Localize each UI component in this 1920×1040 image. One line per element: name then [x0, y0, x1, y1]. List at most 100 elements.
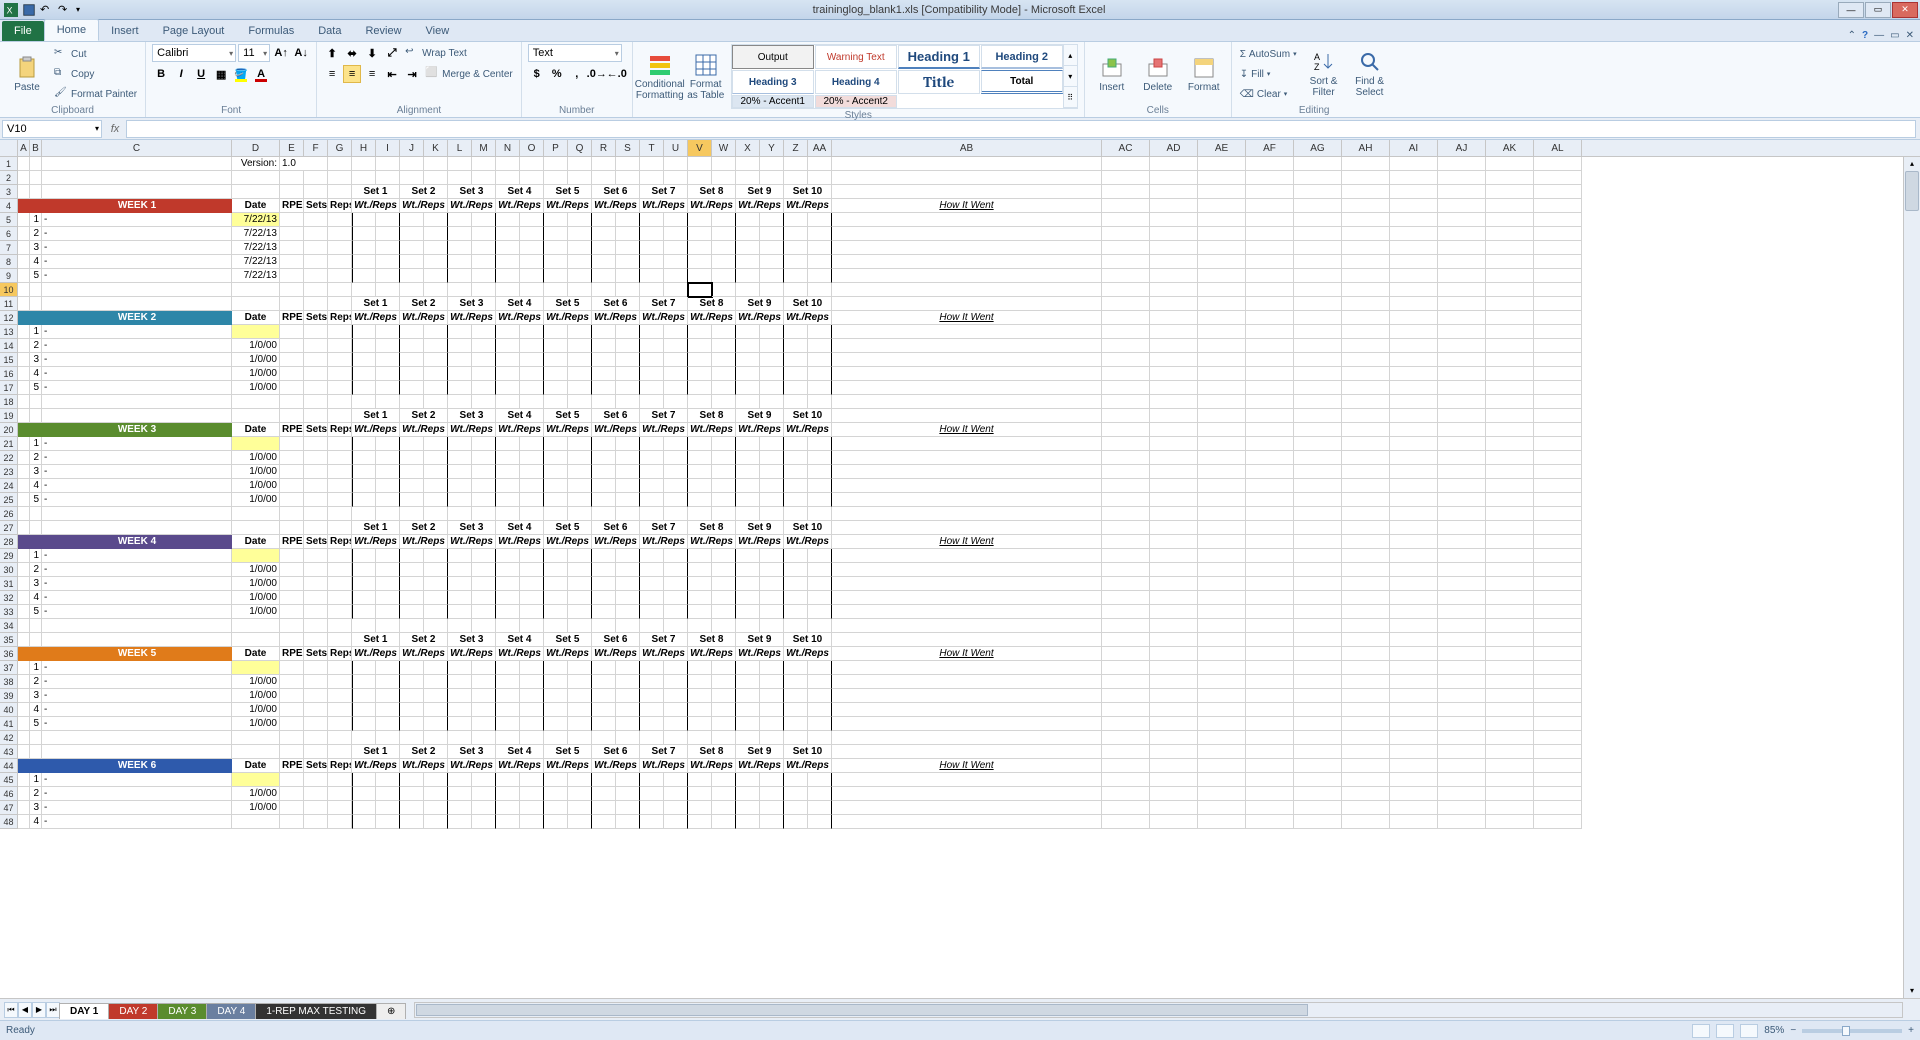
- new-sheet-button[interactable]: ⊕: [376, 1003, 406, 1019]
- cell[interactable]: -: [42, 717, 232, 731]
- cell[interactable]: [472, 437, 496, 451]
- cell[interactable]: Wt./Reps: [592, 647, 640, 661]
- cell[interactable]: [1246, 717, 1294, 731]
- cell[interactable]: [1438, 199, 1486, 213]
- cell[interactable]: [568, 241, 592, 255]
- cell[interactable]: [1534, 815, 1582, 829]
- cell[interactable]: [1102, 633, 1150, 647]
- cell[interactable]: [736, 689, 760, 703]
- cell[interactable]: [688, 703, 712, 717]
- cell[interactable]: [352, 269, 376, 283]
- row-header[interactable]: 18: [0, 395, 18, 409]
- cell[interactable]: [1390, 801, 1438, 815]
- cell[interactable]: [1150, 633, 1198, 647]
- cell[interactable]: [784, 731, 808, 745]
- cell[interactable]: [664, 367, 688, 381]
- cell[interactable]: Set 2: [400, 297, 448, 311]
- cell[interactable]: [568, 157, 592, 171]
- cell[interactable]: [544, 773, 568, 787]
- cell[interactable]: [1486, 521, 1534, 535]
- row-header[interactable]: 32: [0, 591, 18, 605]
- cell[interactable]: [304, 787, 328, 801]
- cell[interactable]: Set 8: [688, 185, 736, 199]
- sheet-tab[interactable]: DAY 1: [59, 1003, 109, 1019]
- cell[interactable]: [664, 171, 688, 185]
- cell[interactable]: [736, 339, 760, 353]
- cell[interactable]: -: [42, 381, 232, 395]
- cell[interactable]: [808, 703, 832, 717]
- cell[interactable]: [1150, 185, 1198, 199]
- cell[interactable]: [18, 269, 30, 283]
- align-center-button[interactable]: ≡: [343, 65, 361, 83]
- cell[interactable]: [18, 787, 30, 801]
- cell[interactable]: [760, 213, 784, 227]
- cell[interactable]: [1246, 493, 1294, 507]
- cell[interactable]: [424, 171, 448, 185]
- cell[interactable]: [1390, 353, 1438, 367]
- cell[interactable]: [1246, 283, 1294, 297]
- cell[interactable]: [784, 675, 808, 689]
- cell[interactable]: [280, 577, 304, 591]
- cell[interactable]: [232, 171, 280, 185]
- cell[interactable]: [520, 465, 544, 479]
- cell[interactable]: [352, 661, 376, 675]
- cell[interactable]: [280, 381, 304, 395]
- cell[interactable]: [1198, 633, 1246, 647]
- cell[interactable]: [808, 731, 832, 745]
- cell[interactable]: [1342, 801, 1390, 815]
- col-header-AA[interactable]: AA: [808, 140, 832, 156]
- cell[interactable]: [592, 507, 616, 521]
- cell[interactable]: [520, 815, 544, 829]
- cell[interactable]: [496, 157, 520, 171]
- cell[interactable]: [304, 815, 328, 829]
- cell[interactable]: [472, 465, 496, 479]
- cell[interactable]: [568, 605, 592, 619]
- cell[interactable]: [1534, 647, 1582, 661]
- cell[interactable]: [304, 353, 328, 367]
- cell[interactable]: [1486, 437, 1534, 451]
- cell[interactable]: [18, 647, 30, 661]
- style-heading4[interactable]: Heading 4: [815, 70, 897, 94]
- align-left-button[interactable]: ≡: [323, 65, 341, 83]
- cell[interactable]: [1198, 409, 1246, 423]
- cell[interactable]: [640, 787, 664, 801]
- cell[interactable]: [1246, 297, 1294, 311]
- cell[interactable]: [376, 507, 400, 521]
- cell[interactable]: How It Went: [832, 647, 1102, 661]
- cell[interactable]: [1438, 703, 1486, 717]
- cell[interactable]: [1534, 675, 1582, 689]
- cell[interactable]: [640, 283, 664, 297]
- cell[interactable]: [664, 801, 688, 815]
- cell[interactable]: [424, 549, 448, 563]
- cell[interactable]: [760, 689, 784, 703]
- cell[interactable]: [1342, 185, 1390, 199]
- cell[interactable]: [784, 171, 808, 185]
- cell[interactable]: Set 3: [448, 409, 496, 423]
- cell[interactable]: [1102, 479, 1150, 493]
- cell[interactable]: Set 9: [736, 633, 784, 647]
- workbook-close-icon[interactable]: ✕: [1906, 30, 1914, 41]
- tab-nav-next[interactable]: ▶: [32, 1002, 46, 1018]
- cell[interactable]: [808, 675, 832, 689]
- cell[interactable]: [352, 255, 376, 269]
- cell[interactable]: [688, 395, 712, 409]
- cell[interactable]: [832, 479, 1102, 493]
- cell[interactable]: [304, 507, 328, 521]
- cell[interactable]: [1390, 311, 1438, 325]
- cell[interactable]: 3: [30, 689, 42, 703]
- cell[interactable]: 1/0/00: [232, 493, 280, 507]
- cell[interactable]: [784, 381, 808, 395]
- cell[interactable]: [472, 241, 496, 255]
- cell[interactable]: -: [42, 255, 232, 269]
- cell[interactable]: [448, 717, 472, 731]
- cell[interactable]: [376, 815, 400, 829]
- cell[interactable]: [640, 157, 664, 171]
- cell[interactable]: [568, 493, 592, 507]
- cell[interactable]: [1150, 731, 1198, 745]
- cell[interactable]: [1486, 227, 1534, 241]
- cell[interactable]: [784, 325, 808, 339]
- cell[interactable]: [568, 367, 592, 381]
- cell[interactable]: [1390, 297, 1438, 311]
- cell[interactable]: [592, 591, 616, 605]
- cell[interactable]: [784, 395, 808, 409]
